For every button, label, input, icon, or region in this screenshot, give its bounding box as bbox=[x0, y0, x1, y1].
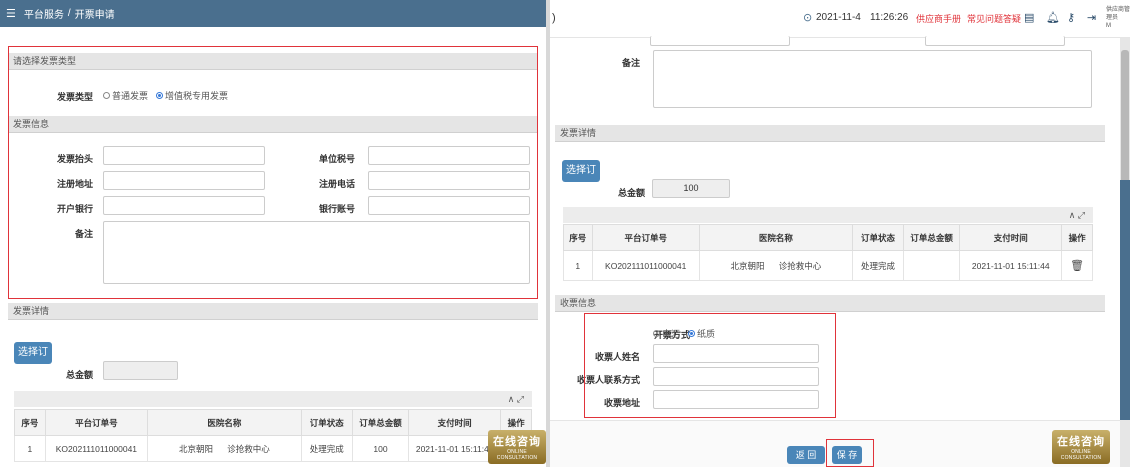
total-amount-field bbox=[103, 361, 178, 380]
partial-input-top[interactable] bbox=[650, 36, 790, 46]
th-hospital: 医院名称 bbox=[147, 409, 302, 436]
select-order-button-right[interactable]: 选择订单 bbox=[562, 160, 600, 198]
cell-status: 处理完成 bbox=[851, 250, 905, 281]
orders-table: 序号 平台订单号 医院名称 订单状态 订单总金额 支付时间 操作 1 KO202… bbox=[14, 409, 532, 462]
highlight-box-invoice bbox=[8, 46, 538, 299]
table-toolbar-right[interactable]: ∧ ⤢ bbox=[563, 207, 1093, 223]
th-pay-time: 支付时间 bbox=[959, 224, 1063, 251]
supplier-manual-link[interactable]: 供应商手册 bbox=[916, 12, 961, 25]
cell-pay-time: 2021-11-01 15:11:44 bbox=[408, 435, 502, 462]
hospital-name-b: 诊抢救中心 bbox=[227, 443, 270, 454]
hospital-name-a: 北京朝阳 bbox=[179, 443, 214, 454]
consult-cn-label: 在线咨询 bbox=[493, 436, 541, 448]
table-header-row: 序号 平台订单号 医院名称 订单状态 订单总金额 支付时间 操作 bbox=[14, 409, 532, 436]
bell-icon[interactable]: 🔔︎ bbox=[1046, 11, 1060, 24]
hospital-name-a: 北京朝阳 bbox=[730, 260, 765, 271]
hospital-name-b: 诊抢救中心 bbox=[778, 260, 822, 271]
logout-icon[interactable]: ⇥ bbox=[1087, 11, 1096, 24]
th-index: 序号 bbox=[563, 224, 593, 251]
key-icon[interactable]: ⚷ bbox=[1067, 11, 1075, 24]
remark-textarea-right[interactable] bbox=[653, 50, 1092, 108]
highlight-box-receive bbox=[584, 313, 836, 418]
consult-en-label: ONLINE CONSULTATION bbox=[496, 449, 538, 461]
cell-order-no: KO202111011000041 bbox=[44, 435, 149, 462]
user-line1: 供应商管理员 bbox=[1106, 7, 1130, 21]
th-order-no: 平台订单号 bbox=[44, 409, 149, 436]
top-bar: ☰ 平台服务 / 开票申请 bbox=[0, 0, 546, 27]
breadcrumb-current: 开票申请 bbox=[74, 10, 115, 21]
side-strip bbox=[1120, 180, 1130, 420]
breadcrumb-root[interactable]: 平台服务 bbox=[24, 6, 64, 21]
orders-table-right: 序号 平台订单号 医院名称 订单状态 订单总金额 支付时间 操作 1 KO202… bbox=[563, 224, 1093, 281]
table-header-row: 序号 平台订单号 医院名称 订单状态 订单总金额 支付时间 操作 bbox=[563, 224, 1093, 251]
cell-hospital: 北京朝阳 诊抢救中心 bbox=[147, 435, 302, 462]
th-action: 操作 bbox=[1061, 224, 1093, 251]
consult-en-label-right: ONLINE CONSULTATION bbox=[1060, 449, 1102, 461]
th-pay-time: 支付时间 bbox=[408, 409, 502, 436]
cell-pay-time: 2021-11-01 15:11:44 bbox=[959, 250, 1063, 281]
th-total: 订单总金额 bbox=[351, 409, 410, 436]
total-amount-right: 100 bbox=[652, 179, 730, 198]
th-order-no: 平台订单号 bbox=[591, 224, 700, 251]
partial-input-top-right[interactable] bbox=[925, 36, 1065, 46]
cell-order-no: KO202111011000041 bbox=[591, 250, 700, 281]
cell-index: 1 bbox=[14, 435, 46, 462]
paren-glyph: ) bbox=[552, 12, 556, 24]
cell-index: 1 bbox=[563, 250, 593, 281]
trash-icon[interactable]: 🗑︎ bbox=[1070, 260, 1084, 272]
th-status: 订单状态 bbox=[851, 224, 905, 251]
time-text: 11:26:26 bbox=[870, 12, 909, 23]
cell-hospital: 北京朝阳 诊抢救中心 bbox=[698, 250, 853, 281]
scrollbar-thumb[interactable] bbox=[1121, 50, 1129, 190]
cell-status: 处理完成 bbox=[300, 435, 353, 462]
section-receive-info: 收票信息 bbox=[555, 295, 1105, 312]
online-consult-button-left[interactable]: 在线咨询 ONLINE CONSULTATION bbox=[488, 430, 546, 464]
remark-label-right: 备注 bbox=[621, 58, 640, 68]
total-label: 总金额 bbox=[65, 370, 93, 380]
table-row: 1 KO202111011000041 北京朝阳 诊抢救中心 处理完成 100 … bbox=[14, 435, 532, 462]
th-total: 订单总金额 bbox=[903, 224, 961, 251]
cell-total: 100 bbox=[351, 435, 410, 462]
clock-icon: ⊙ bbox=[803, 12, 813, 24]
total-label-right: 总金额 bbox=[617, 188, 645, 198]
highlight-box-save bbox=[826, 439, 874, 467]
faq-link[interactable]: 常见问题答疑 bbox=[967, 12, 1021, 25]
right-top-bar: ) ⊙ 2021-11-4 11:26:26 供应商手册 常见问题答疑 ▤ 🔔︎… bbox=[550, 0, 1130, 38]
user-line2: M bbox=[1106, 23, 1111, 29]
th-hospital: 医院名称 bbox=[698, 224, 853, 251]
back-button[interactable]: 返 回 bbox=[787, 446, 825, 464]
date-text: 2021-11-4 bbox=[816, 12, 861, 23]
select-order-button[interactable]: 选择订单 bbox=[14, 342, 52, 380]
user-name[interactable]: 供应商管理员 M bbox=[1106, 6, 1130, 30]
menu-icon[interactable]: ☰ bbox=[6, 7, 16, 20]
breadcrumb-separator: / bbox=[67, 8, 71, 19]
section-invoice-detail-right: 发票详情 bbox=[555, 125, 1105, 142]
left-panel: ☰ 平台服务 / 开票申请 请选择发票类型 发票类型 普通发票 增值税专用发票 … bbox=[0, 0, 546, 467]
right-panel: ) ⊙ 2021-11-4 11:26:26 供应商手册 常见问题答疑 ▤ 🔔︎… bbox=[550, 0, 1130, 467]
online-consult-button-right[interactable]: 在线咨询 ONLINE CONSULTATION bbox=[1052, 430, 1110, 464]
grid-icon[interactable]: ▤ bbox=[1024, 11, 1034, 24]
th-index: 序号 bbox=[14, 409, 46, 436]
cell-total bbox=[903, 250, 961, 281]
th-status: 订单状态 bbox=[300, 409, 353, 436]
section-invoice-detail: 发票详情 bbox=[8, 303, 538, 320]
cell-action: 🗑︎ bbox=[1061, 250, 1093, 281]
table-toolbar[interactable]: ∧ ⤢ bbox=[14, 391, 532, 407]
consult-cn-label-right: 在线咨询 bbox=[1057, 436, 1105, 448]
table-row: 1 KO202111011000041 北京朝阳 诊抢救中心 处理完成 2021… bbox=[563, 250, 1093, 281]
